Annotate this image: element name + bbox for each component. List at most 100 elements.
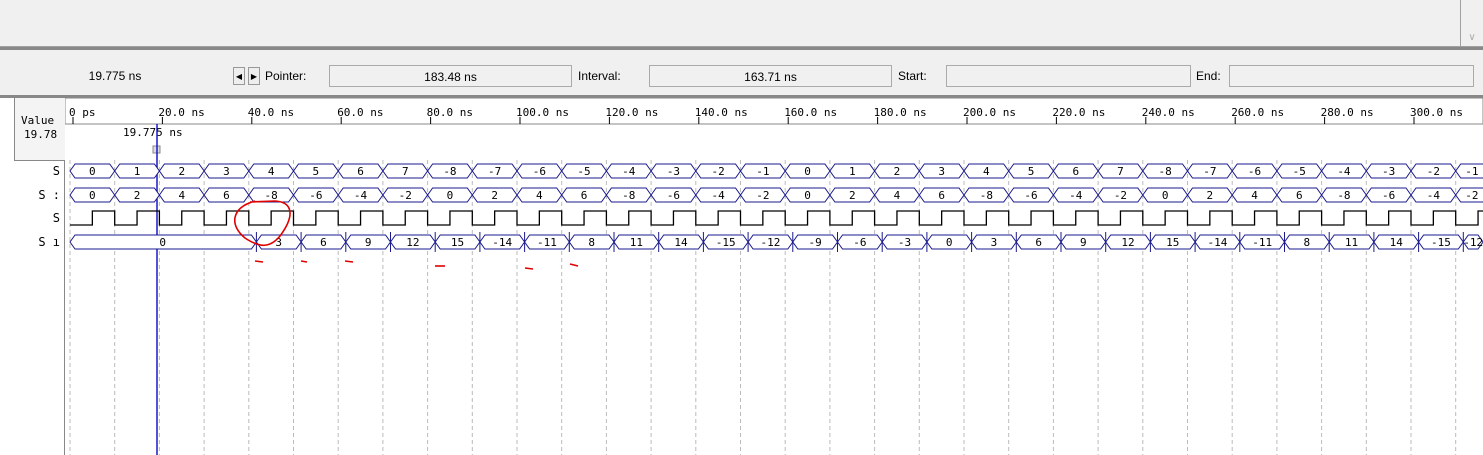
bus-value: -4 <box>1337 165 1351 178</box>
bus-value: -2 <box>399 189 412 202</box>
prev-arrow-icon[interactable]: ◀ <box>233 67 245 85</box>
upper-panel: ∨ <box>0 0 1483 47</box>
vertical-scrollbar[interactable]: ∨ <box>1460 0 1483 46</box>
bus-value: -2 <box>756 189 769 202</box>
interval-label: Interval: <box>578 69 621 83</box>
bus-value: -2 <box>1427 165 1440 178</box>
ruler-tick-label: 120.0 ns <box>605 106 658 119</box>
time-bar: 19.775 ns ◀ ▶ Pointer: 183.48 ns Interva… <box>0 50 1483 96</box>
bus-value: -2 <box>1114 189 1127 202</box>
waveform-canvas[interactable]: 0 ps 20.0 ns 40.0 ns 60.0 ns 80.0 ns 100.0 ns… <box>65 98 1483 455</box>
bus-value: -11 <box>1252 236 1272 249</box>
bus-value: -4 <box>1069 189 1083 202</box>
ruler-tick-label: 60.0 ns <box>337 106 383 119</box>
bus-value: 15 <box>451 236 464 249</box>
bus-value: -3 <box>667 165 680 178</box>
bus-value: -12 <box>761 236 781 249</box>
bus-value: -6 <box>309 189 322 202</box>
bus-value: 0 <box>804 189 811 202</box>
bus-value: -4 <box>622 165 636 178</box>
start-field[interactable] <box>946 65 1191 87</box>
bus-value: -6 <box>1024 189 1037 202</box>
bus-value: 5 <box>1028 165 1035 178</box>
bus-value: 2 <box>1207 189 1214 202</box>
bus-value: 0 <box>1162 189 1169 202</box>
bus-value: -1 <box>1465 165 1478 178</box>
bus-value: -14 <box>492 236 512 249</box>
bus-value: -15 <box>1431 236 1451 249</box>
signal-wave[interactable]: 0 3 6 9 12 15 -14 -11 8 11 14 -15 -12 -9 -6 -3 0 3 6 9 12 15-… <box>69 232 1483 252</box>
bus-value: 6 <box>1072 165 1079 178</box>
grid-lines <box>69 160 1457 455</box>
bus-value: -4 <box>354 189 368 202</box>
value-column-header: Value 19.78 <box>14 98 65 161</box>
bus-value: 6 <box>938 189 945 202</box>
bus-value: 9 <box>1080 236 1087 249</box>
signal-name[interactable]: S : <box>0 188 60 202</box>
bus-value: 2 <box>178 165 185 178</box>
signal-name[interactable]: S ı <box>0 235 60 249</box>
signal-wave[interactable] <box>70 210 1483 226</box>
bus-value: -8 <box>1159 165 1172 178</box>
annotation-dash <box>254 260 264 263</box>
ruler-tick-label: 240.0 ns <box>1142 106 1195 119</box>
ruler-tick-label: 20.0 ns <box>158 106 204 119</box>
bus-value: -15 <box>716 236 736 249</box>
bus-value: 0 <box>447 189 454 202</box>
interval-field[interactable]: 163.71 ns <box>649 65 892 87</box>
bus-value: 12 <box>406 236 419 249</box>
bus-value: -5 <box>1293 165 1306 178</box>
waves: 0 1 2 3 4 5 6 7 -8 -7 -6 -5 -4 -3 -2 -1 0 1 2 3 4 5 6 7 -8 -7 -6 -5… <box>69 163 1483 252</box>
ruler-tick-label: 80.0 ns <box>427 106 473 119</box>
cursor-value: 19.78 <box>24 128 58 141</box>
ruler-tick-label: 40.0 ns <box>248 106 294 119</box>
bus-value: 6 <box>581 189 588 202</box>
clock-wave <box>70 210 1483 226</box>
next-arrow-icon[interactable]: ▶ <box>248 67 260 85</box>
value-header: Value <box>21 114 55 127</box>
annotation-dash <box>524 267 534 270</box>
bus-value: 5 <box>313 165 320 178</box>
bus-value: 8 <box>588 236 595 249</box>
bus-value: 2 <box>849 189 856 202</box>
bus-value: -8 <box>1337 189 1350 202</box>
ruler-tick-label: 180.0 ns <box>874 106 927 119</box>
start-label: Start: <box>898 69 927 83</box>
bus-value: 2 <box>894 165 901 178</box>
signal-name[interactable]: S <box>0 211 60 225</box>
bus-value: -14 <box>1208 236 1228 249</box>
bus-value: 14 <box>674 236 688 249</box>
signal-name[interactable]: S <box>0 164 60 178</box>
bus-value: -11 <box>537 236 557 249</box>
bus-value: -9 <box>809 236 822 249</box>
bus-value: -6 <box>1382 189 1395 202</box>
end-field[interactable] <box>1229 65 1474 87</box>
bus-value: -7 <box>488 165 501 178</box>
bus-value: 1 <box>134 165 141 178</box>
ruler-tick-label: 280.0 ns <box>1321 106 1374 119</box>
bus-value: 0 <box>89 165 96 178</box>
annotation-dash <box>344 260 354 263</box>
bus-value: 11 <box>1345 236 1358 249</box>
bus-value: -6 <box>533 165 546 178</box>
bus-value: -8 <box>980 189 993 202</box>
bus-value: -7 <box>1203 165 1216 178</box>
bus-value: -8 <box>443 165 456 178</box>
bus-value: 7 <box>1117 165 1124 178</box>
bus-value: -2 <box>712 165 725 178</box>
bus-value: 6 <box>223 189 230 202</box>
pointer-field[interactable]: 183.48 ns <box>329 65 572 87</box>
bus-value: 7 <box>402 165 409 178</box>
cursor-time-label: 19.775 ns <box>123 126 183 139</box>
bus-value: -8 <box>622 189 635 202</box>
signal-wave[interactable]: 0 2 4 6 -8 -6 -4 -2 0 2 4 6 -8 -6 -4 -2 0 2 4 6 -8 -6 -4 -2 0 2 4 6… <box>69 187 1483 203</box>
scroll-down-icon[interactable]: ∨ <box>1468 32 1475 43</box>
bus-value: 6 <box>1035 236 1042 249</box>
signal-list: Value 19.78 S S : S S ı <box>0 98 65 455</box>
bus-value: -1 <box>756 165 769 178</box>
bus-value: 8 <box>1304 236 1311 249</box>
signal-wave[interactable]: 0 1 2 3 4 5 6 7 -8 -7 -6 -5 -4 -3 -2 -1 0 1 2 3 4 5 6 7 -8 -7 -6 -5… <box>69 163 1483 179</box>
bus-value: 0 <box>946 236 953 249</box>
cursor-time-field[interactable]: 19.775 ns <box>0 65 230 87</box>
bus-value: 4 <box>1251 189 1258 202</box>
